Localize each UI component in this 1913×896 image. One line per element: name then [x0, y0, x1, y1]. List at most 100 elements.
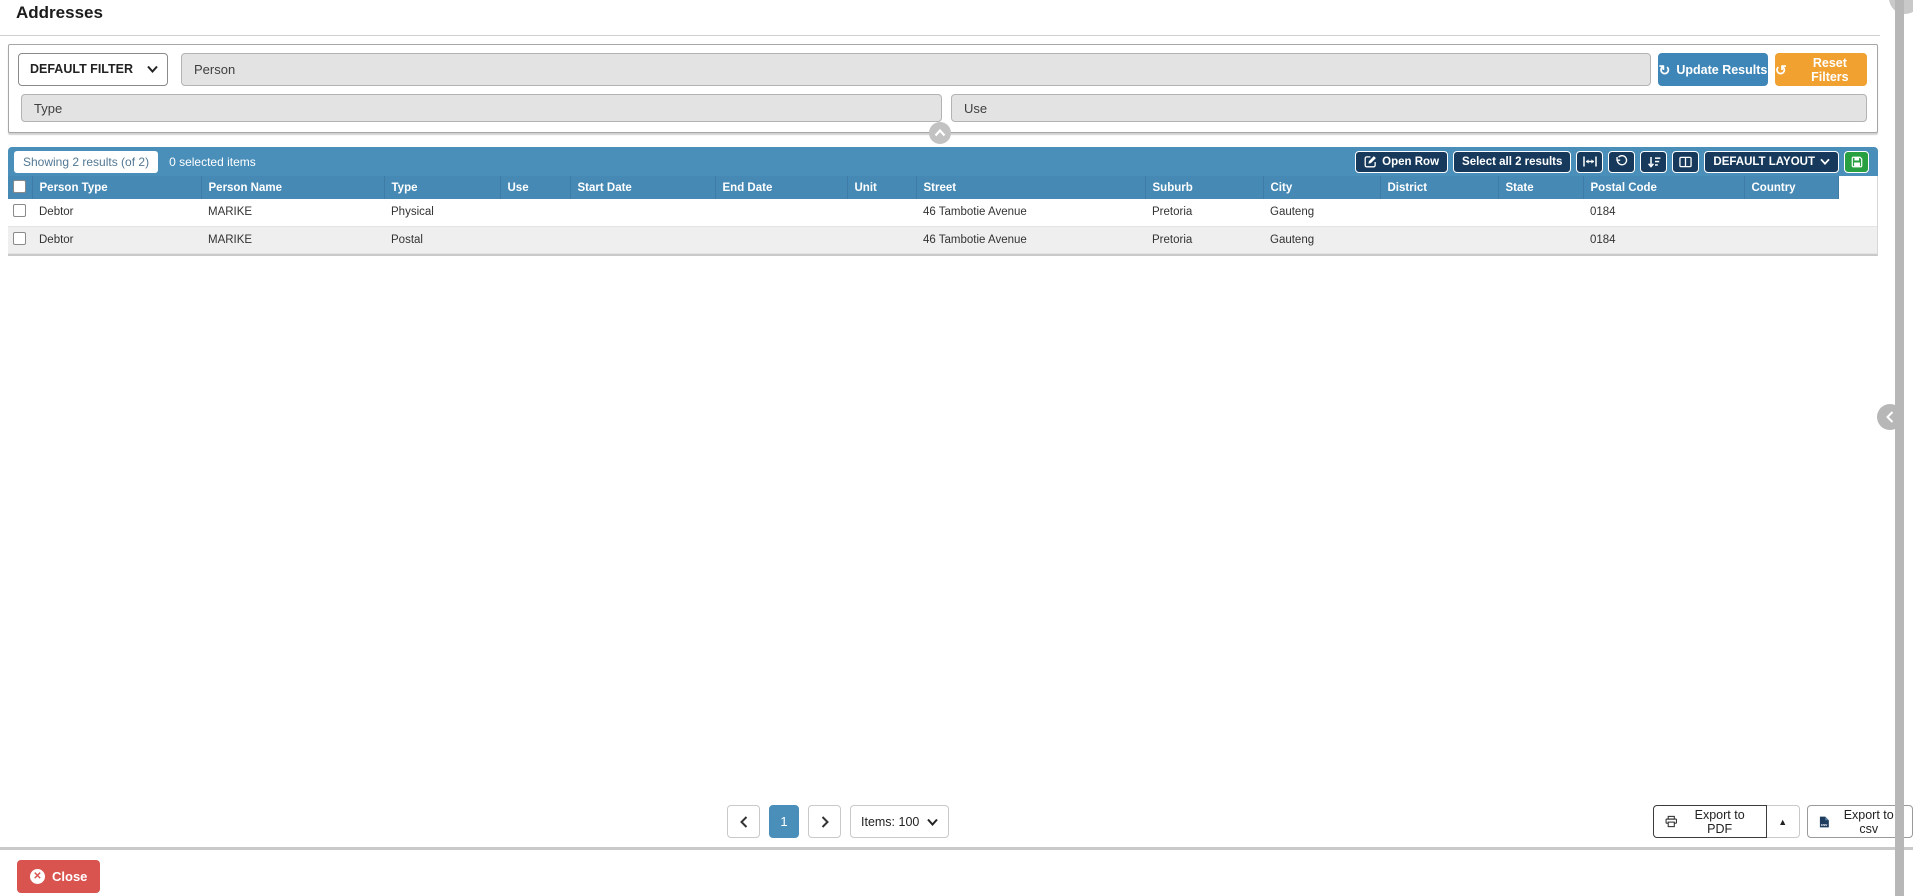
pagination: 1 Items: 100: [727, 805, 949, 838]
cell-use: [500, 199, 570, 226]
layout-select[interactable]: DEFAULT LAYOUT: [1704, 151, 1839, 173]
export-pdf-menu-toggle[interactable]: ▲: [1767, 805, 1800, 838]
column-header-person-type[interactable]: Person Type: [32, 176, 201, 199]
table-columns-icon: [1679, 156, 1692, 168]
cell-country: [1744, 226, 1838, 253]
column-header-use[interactable]: Use: [500, 176, 570, 199]
column-header-end-date[interactable]: End Date: [715, 176, 847, 199]
cell-postal-code: 0184: [1583, 199, 1744, 226]
reset-grid-button[interactable]: [1608, 151, 1635, 173]
chevron-right-icon: [821, 816, 829, 828]
save-layout-button[interactable]: [1844, 151, 1869, 173]
results-table: Person Type Person Name Type Use Start D…: [8, 176, 1878, 256]
cell-district: [1380, 226, 1498, 253]
table-row[interactable]: Debtor MARIKE Postal 46 Tambotie Avenue …: [8, 226, 1877, 253]
chevron-down-icon: [1820, 158, 1830, 165]
sort-rows-button[interactable]: [1640, 151, 1667, 173]
column-header-unit[interactable]: Unit: [847, 176, 916, 199]
reset-filters-label: Reset Filters: [1793, 56, 1867, 84]
open-row-button[interactable]: Open Row: [1355, 151, 1448, 173]
column-header-type[interactable]: Type: [384, 176, 500, 199]
export-pdf-button[interactable]: Export to PDF: [1653, 805, 1767, 838]
cell-start-date: [570, 226, 715, 253]
cell-start-date: [570, 199, 715, 226]
update-results-button[interactable]: ↻ Update Results: [1658, 53, 1768, 86]
column-header-country[interactable]: Country: [1744, 176, 1838, 199]
next-page-button[interactable]: [808, 805, 841, 838]
use-filter-input[interactable]: [951, 94, 1867, 122]
edit-icon: [1364, 155, 1377, 168]
column-header-city[interactable]: City: [1263, 176, 1380, 199]
results-grid: Showing 2 results (of 2) 0 selected item…: [8, 147, 1878, 256]
export-pdf-label: Export to PDF: [1685, 808, 1755, 836]
select-all-checkbox[interactable]: [13, 180, 26, 193]
collapse-filters-button[interactable]: [929, 122, 951, 144]
undo-icon: ↺: [1775, 63, 1787, 77]
cell-person-type: Debtor: [32, 226, 201, 253]
reset-filters-button[interactable]: ↺ Reset Filters: [1775, 53, 1867, 86]
cell-district: [1380, 199, 1498, 226]
header-scroll-spacer: [1838, 176, 1877, 199]
cell-unit: [847, 226, 916, 253]
cell-postal-code: 0184: [1583, 226, 1744, 253]
chevron-left-icon: [1886, 411, 1894, 423]
close-label: Close: [52, 869, 87, 884]
export-bar: Export to PDF ▲ csv Export to csv: [1653, 805, 1913, 838]
caret-up-icon: ▲: [1778, 817, 1787, 827]
cell-person-name: MARIKE: [201, 226, 384, 253]
cell-state: [1498, 226, 1583, 253]
cell-street: 46 Tambotie Avenue: [916, 199, 1145, 226]
page-number-button[interactable]: 1: [769, 805, 799, 838]
export-csv-label: Export to csv: [1836, 808, 1901, 836]
select-all-button[interactable]: Select all 2 results: [1453, 151, 1571, 173]
default-filter-select[interactable]: DEFAULT FILTER: [18, 53, 168, 86]
prev-page-button[interactable]: [727, 805, 760, 838]
choose-columns-button[interactable]: [1672, 151, 1699, 173]
printer-icon: [1665, 815, 1678, 828]
side-panel-toggle[interactable]: [1877, 404, 1903, 430]
column-header-person-name[interactable]: Person Name: [201, 176, 384, 199]
column-header-suburb[interactable]: Suburb: [1145, 176, 1263, 199]
type-filter-input[interactable]: [21, 94, 942, 122]
selected-items-count: 0 selected items: [169, 155, 256, 169]
column-header-street[interactable]: Street: [916, 176, 1145, 199]
column-header-district[interactable]: District: [1380, 176, 1498, 199]
cell-state: [1498, 199, 1583, 226]
page-title: Addresses: [16, 3, 103, 23]
select-all-label: Select all 2 results: [1462, 156, 1562, 168]
sort-amount-down-icon: [1647, 156, 1661, 168]
cell-city: Gauteng: [1263, 226, 1380, 253]
refresh-icon: ↻: [1659, 63, 1671, 77]
update-results-label: Update Results: [1676, 63, 1767, 77]
close-button[interactable]: ✕ Close: [17, 860, 100, 893]
open-row-label: Open Row: [1382, 156, 1439, 168]
filter-panel: DEFAULT FILTER ↻ Update Results ↺ Reset …: [8, 44, 1878, 133]
svg-text:csv: csv: [1820, 821, 1827, 826]
chevron-down-icon: [147, 65, 158, 73]
column-header-state[interactable]: State: [1498, 176, 1583, 199]
showing-results-badge[interactable]: Showing 2 results (of 2): [14, 151, 158, 173]
cell-suburb: Pretoria: [1145, 199, 1263, 226]
cell-country: [1744, 199, 1838, 226]
cell-suburb: Pretoria: [1145, 226, 1263, 253]
table-row[interactable]: Debtor MARIKE Physical 46 Tambotie Avenu…: [8, 199, 1877, 226]
side-panel-rail[interactable]: [1895, 0, 1904, 896]
row-checkbox[interactable]: [13, 232, 26, 245]
column-header-start-date[interactable]: Start Date: [570, 176, 715, 199]
cell-use: [500, 226, 570, 253]
cell-unit: [847, 199, 916, 226]
column-header-postal-code[interactable]: Postal Code: [1583, 176, 1744, 199]
person-filter-input[interactable]: [181, 53, 1651, 86]
fit-columns-button[interactable]: [1576, 151, 1603, 173]
items-per-page-value: Items: 100: [861, 815, 919, 829]
cell-city: Gauteng: [1263, 199, 1380, 226]
items-per-page-select[interactable]: Items: 100: [850, 805, 949, 838]
floppy-disk-icon: [1851, 156, 1863, 168]
cell-end-date: [715, 226, 847, 253]
file-csv-icon: csv: [1819, 815, 1830, 829]
grid-toolbar: Showing 2 results (of 2) 0 selected item…: [8, 147, 1878, 176]
table-header-row: Person Type Person Name Type Use Start D…: [8, 176, 1877, 199]
row-checkbox[interactable]: [13, 204, 26, 217]
cell-person-name: MARIKE: [201, 199, 384, 226]
cell-end-date: [715, 199, 847, 226]
